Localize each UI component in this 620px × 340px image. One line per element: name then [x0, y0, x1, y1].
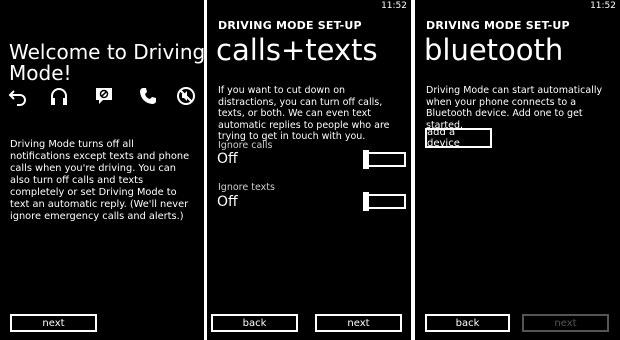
back-button[interactable]: back	[425, 314, 510, 332]
toggle-thumb	[363, 150, 369, 169]
welcome-description: Driving Mode turns off all notifications…	[10, 139, 190, 222]
calls-texts-screen: 11:52 DRIVING MODE SET-UP calls+texts If…	[207, 0, 411, 340]
add-device-button[interactable]: add a device	[425, 127, 492, 149]
ignore-texts-value: Off	[217, 194, 238, 210]
next-button-disabled: next	[522, 314, 609, 332]
welcome-title: Welcome to Driving Mode!	[9, 40, 204, 85]
ignore-texts-toggle[interactable]	[363, 192, 406, 211]
undo-icon	[8, 86, 28, 110]
bluetooth-screen: 11:52 DRIVING MODE SET-UP bluetooth Driv…	[415, 0, 620, 340]
ignore-calls-toggle[interactable]	[363, 150, 406, 169]
status-time: 11:52	[381, 1, 407, 11]
status-time: 11:52	[590, 1, 616, 11]
phone-icon	[138, 86, 158, 110]
setup-eyebrow: DRIVING MODE SET-UP	[218, 19, 362, 32]
page-title: calls+texts	[216, 33, 378, 67]
next-button[interactable]: next	[315, 314, 402, 332]
message-blocked-icon	[94, 86, 114, 110]
ignore-calls-value: Off	[217, 151, 238, 167]
mute-icon	[176, 86, 196, 110]
headphones-icon	[49, 86, 69, 110]
ignore-texts-label: Ignore texts	[218, 182, 275, 193]
back-button[interactable]: back	[211, 314, 298, 332]
feature-icon-row	[8, 86, 198, 108]
next-button[interactable]: next	[10, 314, 97, 332]
toggle-thumb	[363, 192, 369, 211]
ignore-calls-label: Ignore calls	[218, 140, 273, 151]
setup-eyebrow: DRIVING MODE SET-UP	[426, 19, 570, 32]
calls-texts-description: If you want to cut down on distractions,…	[218, 85, 390, 142]
welcome-screen: Welcome to Driving Mode! Driving Mode tu…	[0, 0, 204, 340]
page-title: bluetooth	[424, 33, 564, 67]
bluetooth-description: Driving Mode can start automatically whe…	[426, 85, 603, 131]
